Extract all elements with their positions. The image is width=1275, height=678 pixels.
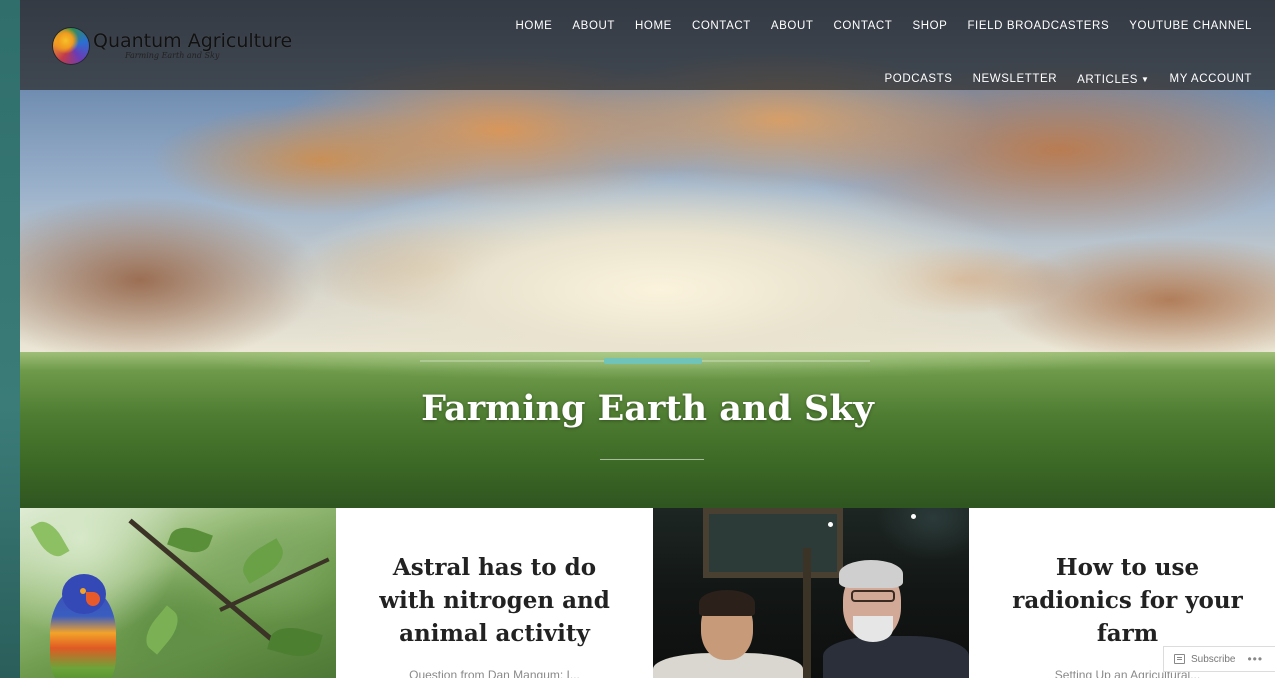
post-thumbnail-bird[interactable] bbox=[20, 508, 336, 678]
nav-item-shop[interactable]: SHOP bbox=[912, 14, 947, 39]
person-shirt bbox=[823, 636, 969, 678]
hero-title: Farming Earth and Sky bbox=[421, 388, 874, 429]
nav-item-articles-label: ARTICLES bbox=[1077, 74, 1138, 86]
nav-item-podcasts[interactable]: PODCASTS bbox=[885, 67, 953, 93]
person-beard bbox=[853, 616, 893, 642]
light-dot bbox=[911, 514, 916, 519]
globe-logo-icon bbox=[53, 28, 89, 64]
hero-accent-bar bbox=[604, 358, 702, 364]
post-card-astral[interactable]: Astral has to do with nitrogen and anima… bbox=[336, 508, 653, 678]
post-excerpt: Question from Dan Mangum: I... bbox=[409, 668, 580, 678]
leaf-shape bbox=[236, 538, 290, 584]
person-hair bbox=[699, 590, 755, 616]
window-shape bbox=[703, 508, 843, 578]
post-thumbnail-men[interactable] bbox=[653, 508, 969, 678]
nav-item-home-2[interactable]: HOME bbox=[635, 14, 672, 39]
post-title[interactable]: Astral has to do with nitrogen and anima… bbox=[336, 551, 653, 650]
site-tagline: Farming Earth and Sky bbox=[125, 51, 220, 60]
more-options-icon[interactable]: ••• bbox=[1247, 652, 1263, 666]
nav-item-youtube-channel[interactable]: YOUTUBE CHANNEL bbox=[1129, 14, 1252, 39]
site-header: Quantum Agriculture Farming Earth and Sk… bbox=[20, 0, 1275, 90]
nav-item-newsletter[interactable]: NEWSLETTER bbox=[973, 67, 1058, 93]
bird-head bbox=[62, 574, 106, 614]
hero-underline bbox=[600, 459, 704, 460]
light-dot bbox=[828, 522, 833, 527]
nav-item-field-broadcasters[interactable]: FIELD BROADCASTERS bbox=[967, 14, 1109, 39]
nav-item-contact-2[interactable]: CONTACT bbox=[834, 14, 893, 39]
site-logo[interactable]: Quantum Agriculture Farming Earth and Sk… bbox=[53, 26, 353, 66]
person-hair bbox=[839, 560, 903, 588]
subscribe-widget[interactable]: Subscribe ••• bbox=[1163, 646, 1275, 672]
nav-item-about[interactable]: ABOUT bbox=[572, 14, 615, 39]
leaf-shape bbox=[267, 622, 323, 662]
leaf-shape bbox=[167, 521, 213, 559]
bird-beak bbox=[86, 592, 100, 606]
page: Farming Earth and Sky Quantum Agricultur… bbox=[20, 0, 1275, 678]
nav-item-articles[interactable]: ARTICLES ▼ bbox=[1077, 67, 1149, 93]
person-glasses bbox=[851, 590, 895, 602]
post-grid: Astral has to do with nitrogen and anima… bbox=[20, 508, 1275, 678]
subscribe-label[interactable]: Subscribe bbox=[1191, 654, 1235, 665]
leaf-shape bbox=[138, 605, 186, 655]
nav-item-home[interactable]: HOME bbox=[516, 14, 553, 39]
page-side-background bbox=[0, 0, 20, 678]
nav-item-my-account[interactable]: MY ACCOUNT bbox=[1170, 67, 1252, 93]
nav-item-contact[interactable]: CONTACT bbox=[692, 14, 751, 39]
hero-field-image bbox=[20, 352, 1275, 508]
logo-text: Quantum Agriculture Farming Earth and Sk… bbox=[93, 32, 292, 60]
caret-down-icon: ▼ bbox=[1141, 75, 1150, 84]
site-title: Quantum Agriculture bbox=[93, 30, 293, 52]
main-nav: HOME ABOUT HOME CONTACT ABOUT CONTACT SH… bbox=[452, 14, 1252, 93]
post-shape bbox=[803, 548, 811, 678]
post-title[interactable]: How to use radionics for your farm bbox=[969, 551, 1275, 650]
leaf-shape bbox=[30, 516, 70, 562]
reader-icon bbox=[1174, 654, 1185, 664]
nav-item-about-2[interactable]: ABOUT bbox=[771, 14, 814, 39]
